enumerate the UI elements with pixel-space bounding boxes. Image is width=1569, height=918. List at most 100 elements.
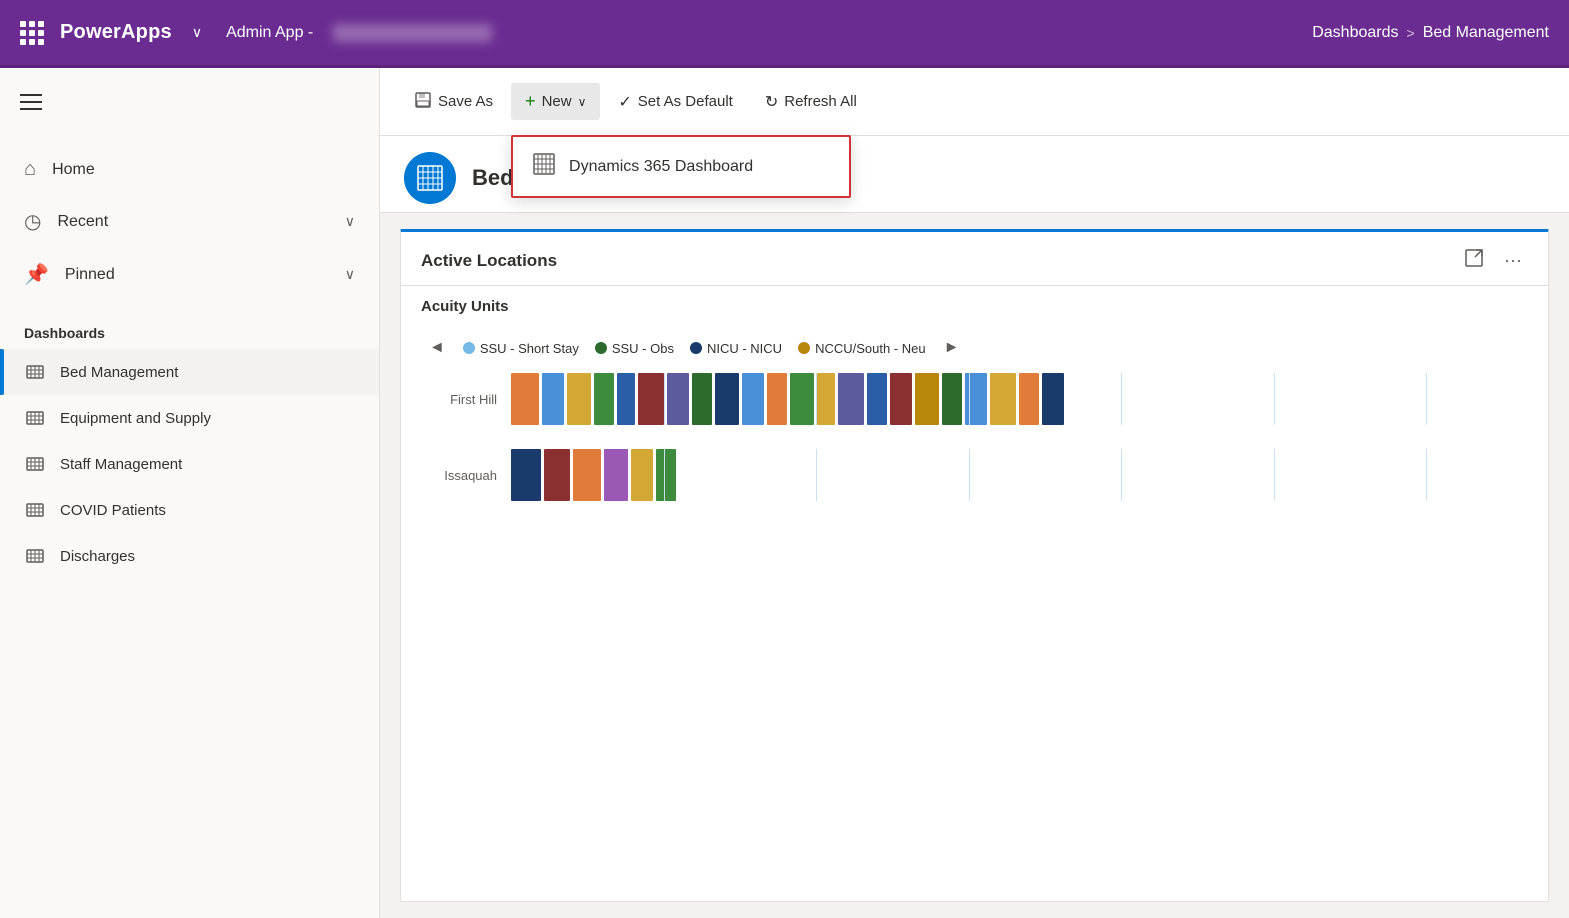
chart-subheader: Acuity Units [401,286,1548,327]
bar [1019,373,1039,425]
page-avatar [404,152,456,204]
legend-dot-nicu [690,342,702,354]
sidebar-item-recent[interactable]: ◷ Recent ∨ [0,195,379,248]
new-button[interactable]: + New ∨ [511,83,600,120]
legend-next-button[interactable]: ► [936,335,968,361]
covid-patients-icon [24,499,46,521]
bed-management-icon [24,361,46,383]
refresh-all-button[interactable]: ↻ Refresh All [751,84,871,120]
save-as-button[interactable]: Save As [400,83,507,121]
bar-chart-area: First Hill [401,365,1548,501]
discharges-icon [24,545,46,567]
chart-title: Active Locations [421,251,557,271]
active-locations-chart: Active Locations ··· Acuity Un [400,229,1549,902]
sidebar-item-bed-management[interactable]: Bed Management [0,349,379,395]
app-name-blurred: ██████████████ [333,24,492,42]
bar [617,373,635,425]
bar [790,373,814,425]
legend-dot-ssu-short [463,342,475,354]
hamburger-icon[interactable] [20,94,42,110]
sidebar-item-staff-management-label: Staff Management [60,456,182,473]
set-default-label: Set As Default [638,93,733,110]
bar [1042,373,1064,425]
chart-row-first-hill: First Hill [421,373,1528,425]
content-area: Save As + New ∨ [380,68,1569,918]
chart-legend: ◄ SSU - Short Stay SSU - Obs NICU - NICU [401,327,1548,365]
save-as-label: Save As [438,93,493,110]
new-chevron-icon: ∨ [578,95,587,109]
bar [742,373,764,425]
refresh-icon: ↻ [765,92,778,112]
chart-more-button[interactable]: ··· [1498,246,1528,275]
recent-expand-icon: ∨ [345,213,355,230]
dynamics-365-dashboard-label: Dynamics 365 Dashboard [569,158,753,176]
sidebar: ⌂ Home ◷ Recent ∨ 📌 Pinned ∨ Dashboards [0,68,380,918]
chart-bars-issaquah [511,449,1528,501]
chart-expand-button[interactable] [1458,246,1490,275]
bar [604,449,628,501]
sidebar-top [0,68,379,136]
legend-label-nicu: NICU - NICU [707,341,782,356]
bar [692,373,712,425]
legend-label-ssu-short: SSU - Short Stay [480,341,579,356]
apps-menu-icon[interactable] [20,21,44,45]
dynamics-365-dashboard-option[interactable]: Dynamics 365 Dashboard [513,137,849,196]
bar [638,373,664,425]
content-scroll: Active Locations ··· Acuity Un [380,213,1569,918]
dashboards-section-title: Dashboards [0,309,379,349]
breadcrumb-section[interactable]: Dashboards [1312,24,1398,42]
bar [567,373,591,425]
legend-dot-nccu [798,342,810,354]
bar [631,449,653,501]
sidebar-item-staff-management[interactable]: Staff Management [0,441,379,487]
toolbar: Save As + New ∨ [380,68,1569,136]
app-name: Admin App - [226,24,313,42]
legend-prev-button[interactable]: ◄ [421,335,453,361]
brand-chevron[interactable]: ∨ [192,24,202,41]
bar [573,449,601,501]
sidebar-item-discharges[interactable]: Discharges [0,533,379,579]
legend-label-nccu: NCCU/South - Neu [815,341,926,356]
chart-subtitle: Acuity Units [421,298,509,315]
set-default-button[interactable]: ✓ Set As Default [604,84,746,120]
chart-row-issaquah: Issaquah [421,449,1528,501]
breadcrumb: Dashboards > Bed Management [1312,24,1549,42]
sidebar-item-pinned[interactable]: 📌 Pinned ∨ [0,248,379,301]
legend-item-ssu-obs: SSU - Obs [595,341,674,356]
checkmark-icon: ✓ [618,92,631,112]
bar [667,373,689,425]
new-label: New [542,93,572,110]
staff-management-icon [24,453,46,475]
equipment-supply-icon [24,407,46,429]
bar [715,373,739,425]
brand-name[interactable]: PowerApps [60,21,172,44]
pinned-icon: 📌 [24,262,49,287]
new-dropdown-container: + New ∨ [511,83,600,120]
bar [890,373,912,425]
sidebar-item-discharges-label: Discharges [60,548,135,565]
sidebar-item-equipment-supply[interactable]: Equipment and Supply [0,395,379,441]
sidebar-item-recent-label: Recent [57,213,328,231]
chart-row-label-issaquah: Issaquah [421,468,511,483]
dynamics-dashboard-icon [533,153,555,180]
bar [838,373,864,425]
breadcrumb-chevron: > [1407,25,1415,41]
home-icon: ⌂ [24,158,36,181]
chart-header: Active Locations ··· [401,232,1548,286]
bar [942,373,962,425]
bar [867,373,887,425]
legend-label-ssu-obs: SSU - Obs [612,341,674,356]
bar [594,373,614,425]
sidebar-item-equipment-supply-label: Equipment and Supply [60,410,211,427]
main-layout: ⌂ Home ◷ Recent ∨ 📌 Pinned ∨ Dashboards [0,68,1569,918]
sidebar-item-covid-patients[interactable]: COVID Patients [0,487,379,533]
sidebar-item-home[interactable]: ⌂ Home [0,144,379,195]
sidebar-nav: ⌂ Home ◷ Recent ∨ 📌 Pinned ∨ [0,136,379,309]
save-as-icon [414,91,432,113]
breadcrumb-page[interactable]: Bed Management [1423,24,1549,42]
bar [511,373,539,425]
sidebar-item-covid-patients-label: COVID Patients [60,502,166,519]
top-navigation: PowerApps ∨ Admin App - ██████████████ D… [0,0,1569,68]
sidebar-item-pinned-label: Pinned [65,266,329,284]
pinned-expand-icon: ∨ [345,266,355,283]
